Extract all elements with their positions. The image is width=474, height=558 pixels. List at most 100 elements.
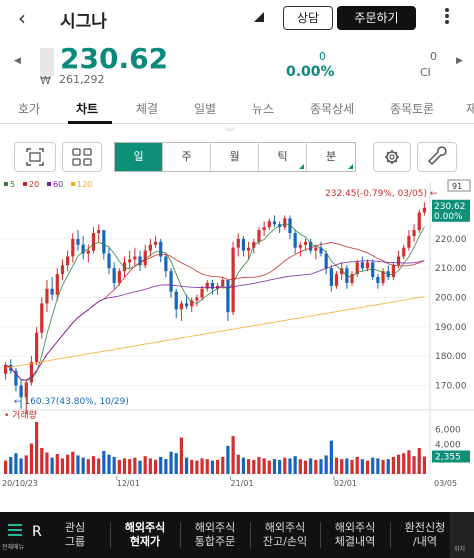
next-stock-icon[interactable]: ▶ [456, 56, 463, 66]
period-tick[interactable]: 틱 [259, 143, 307, 171]
volume-bar [417, 448, 421, 474]
volume-bar [267, 460, 271, 474]
candle-body [45, 288, 49, 304]
consult-button[interactable]: 상담 [283, 6, 333, 30]
volume-bar [102, 450, 106, 474]
candle-body [205, 282, 209, 289]
volume-bar [71, 451, 75, 474]
bottom-nav-separator [390, 522, 391, 548]
candle-body [241, 238, 246, 251]
price-chart[interactable]: 5 20 60 120 220.00 210.00 200.00 190.00 180.00 17… [0, 178, 474, 490]
corner-dropdown-icon[interactable] [254, 12, 264, 22]
chart-canvas[interactable]: 5 20 60 120 220.00 210.00 200.00 190.00 180.00 17… [0, 178, 474, 490]
volume-bar [396, 454, 401, 474]
moving-average-line [5, 296, 425, 369]
candle-body [391, 265, 395, 278]
fullscreen-button[interactable] [14, 142, 56, 172]
candle-body [412, 230, 416, 236]
tab-orderbook[interactable]: 호가 [18, 100, 40, 117]
won-sign: ₩ [40, 74, 51, 87]
bottom-nav-item[interactable]: 해외주식 잔고/손익 [254, 521, 316, 549]
tab-daily[interactable]: 일별 [194, 100, 216, 117]
legend-swatch [47, 182, 51, 186]
candle-body [19, 385, 23, 398]
tools-button[interactable] [417, 142, 457, 172]
volume-bar [133, 457, 137, 474]
volume-bar [386, 459, 390, 474]
info-tabs: 호가 차트 체결 일별 뉴스 종목상세 종목토론 재 [0, 92, 474, 124]
bottom-nav-item[interactable]: 해외주식 현재가 [114, 521, 176, 549]
volume-bar [402, 453, 406, 474]
bottom-nav-item-label: 현재가 [129, 535, 161, 548]
candle-body [97, 230, 101, 234]
collapse-chevron-icon[interactable]: ︾ [225, 124, 235, 139]
volume-bar [365, 460, 370, 474]
bottom-nav-item[interactable]: 관심 그룹 [44, 521, 106, 549]
settings-button[interactable] [373, 142, 411, 172]
candle-body [35, 332, 39, 363]
x-tick-label: 02/01 [334, 479, 357, 488]
candle-body [324, 253, 328, 269]
bottom-nav-separator [180, 522, 181, 548]
candle-body [293, 233, 297, 248]
bottom-nav-item[interactable]: 해외주식 통합주문 [184, 521, 246, 549]
volume-bar [345, 458, 349, 474]
period-tick-label: 틱 [277, 150, 288, 163]
tab-news[interactable]: 뉴스 [252, 100, 274, 117]
legend-swatch [4, 182, 8, 186]
bottom-nav-separator [320, 522, 321, 548]
candle-body [283, 218, 287, 228]
r-icon[interactable]: R [32, 524, 42, 540]
candle-body [169, 271, 173, 292]
volume-bar [50, 457, 54, 474]
candle-body [407, 235, 411, 248]
candle-body [71, 238, 75, 257]
prev-stock-icon[interactable]: ◀ [14, 56, 21, 66]
last-volume-label: 2,355 [435, 453, 461, 463]
bottom-nav-item[interactable]: 해외주식 체결내역 [324, 521, 386, 549]
candle-body [3, 364, 8, 374]
stock-title: 시그나 [60, 12, 107, 32]
volume-bar [24, 455, 28, 474]
candle-body [107, 253, 111, 269]
tab-trades[interactable]: 체결 [136, 100, 158, 117]
candle-body [422, 207, 427, 213]
candle-body [262, 227, 266, 231]
period-day[interactable]: 일 [115, 143, 163, 171]
all-menu-button[interactable]: 전체메뉴 [0, 512, 30, 558]
period-month[interactable]: 월 [211, 143, 259, 171]
volume-bar [360, 459, 364, 474]
back-icon[interactable]: ‹ [18, 6, 26, 30]
legend-swatch [23, 182, 27, 186]
x-tick-label: 12/01 [117, 479, 140, 488]
volume-bar [422, 456, 427, 474]
bottom-nav-item[interactable]: 환전신청/내역 [394, 521, 456, 549]
volume-bar [407, 450, 411, 474]
position-button[interactable]: 위치 [450, 512, 474, 558]
tab-more[interactable]: 재 [466, 100, 474, 117]
candle-body [329, 268, 333, 286]
candle-body [128, 259, 132, 263]
active-tab-indicator [68, 121, 112, 124]
market-flag [40, 48, 54, 76]
bottom-nav-item-label: 관심 [64, 521, 86, 534]
candle-body [86, 250, 90, 254]
volume-bar [190, 459, 194, 474]
period-minute[interactable]: 분 [307, 143, 355, 171]
minute-corner-icon [348, 164, 353, 169]
volume-bar [205, 459, 209, 474]
volume-bar [257, 456, 261, 474]
tab-discussion[interactable]: 종목토론 [390, 100, 434, 117]
tab-chart[interactable]: 차트 [76, 100, 98, 117]
candle-body [55, 274, 59, 295]
order-button[interactable]: 주문하기 [337, 6, 416, 30]
layout-button[interactable] [62, 142, 102, 172]
volume-bar [288, 458, 292, 474]
period-week[interactable]: 주 [163, 143, 211, 171]
volume-bar [226, 445, 230, 474]
volume-bar [355, 456, 359, 474]
more-menu-icon[interactable] [440, 8, 454, 26]
tab-details[interactable]: 종목상세 [310, 100, 354, 117]
volume-bar [122, 458, 127, 474]
count-badge-label: 91 [452, 182, 462, 191]
